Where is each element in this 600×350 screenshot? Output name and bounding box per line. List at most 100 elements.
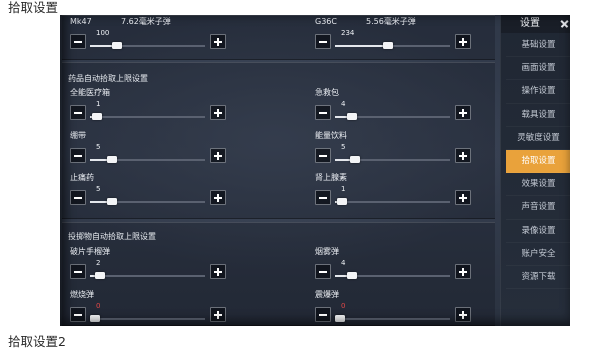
increase-button[interactable] xyxy=(455,307,471,322)
g36c-pickup-row: G36C 5.56毫米子弹 234 xyxy=(315,17,471,50)
painkiller-row: 止痛药 5 xyxy=(70,173,226,206)
caption-bottom: 拾取设置2 xyxy=(8,334,66,349)
decrease-button[interactable] xyxy=(315,148,331,163)
decrease-button[interactable] xyxy=(70,307,86,322)
pickup-limit-value: 1 xyxy=(96,100,101,108)
sidebar-item-controls[interactable]: 操作设置 xyxy=(506,80,570,104)
increase-button[interactable] xyxy=(210,264,226,279)
pickup-limit-value: 100 xyxy=(96,29,110,37)
sidebar-item-sensitivity[interactable]: 灵敏度设置 xyxy=(506,127,570,150)
slider-thumb[interactable] xyxy=(349,156,360,163)
increase-button[interactable] xyxy=(210,105,226,120)
decrease-button[interactable] xyxy=(70,190,86,205)
sidebar-item-pickup[interactable]: 拾取设置 xyxy=(506,149,570,174)
weapon-name: Mk47 xyxy=(70,17,92,26)
slider-thumb[interactable] xyxy=(90,315,100,322)
slider-thumb[interactable] xyxy=(106,198,117,205)
decrease-button[interactable] xyxy=(70,105,86,120)
section-title: 投掷物自动拾取上限设置 xyxy=(68,232,156,241)
close-icon[interactable] xyxy=(560,19,569,28)
molotov-row: 燃烧弹 0 xyxy=(70,290,226,323)
increase-button[interactable] xyxy=(455,190,471,205)
slider-track[interactable] xyxy=(90,116,205,118)
sidebar-item-basic[interactable]: 基础设置 xyxy=(506,34,570,58)
ammo-type: 5.56毫米子弹 xyxy=(366,17,416,26)
slider-thumb[interactable] xyxy=(335,315,345,322)
item-name: 绷带 xyxy=(70,131,86,140)
minus-icon xyxy=(74,268,82,276)
stun-grenade-row: 震爆弹 0 xyxy=(315,290,471,323)
increase-button[interactable] xyxy=(455,34,471,49)
decrease-button[interactable] xyxy=(315,105,331,120)
pickup-limit-value: 5 xyxy=(96,143,101,151)
minus-icon xyxy=(74,152,82,160)
pickup-limit-value: 5 xyxy=(96,185,101,193)
game-settings-screen: Mk47 7.62毫米子弹 100 G36C 5.56毫米子弹 234 药品自动… xyxy=(60,15,570,326)
adrenaline-row: 肾上腺素 1 xyxy=(315,173,471,206)
minus-icon xyxy=(74,311,82,319)
decrease-button[interactable] xyxy=(315,307,331,322)
decrease-button[interactable] xyxy=(70,148,86,163)
plus-icon xyxy=(459,108,467,117)
sidebar-item-resource-download[interactable]: 资源下载 xyxy=(506,266,570,290)
decrease-button[interactable] xyxy=(315,264,331,279)
item-name: 急救包 xyxy=(315,88,339,97)
slider-thumb[interactable] xyxy=(346,272,357,279)
minus-icon xyxy=(74,109,82,117)
decrease-button[interactable] xyxy=(70,264,86,279)
pickup-limit-value: 234 xyxy=(341,29,355,37)
slider-thumb[interactable] xyxy=(337,198,348,205)
slider-thumb[interactable] xyxy=(346,113,357,120)
minus-icon xyxy=(319,109,327,117)
increase-button[interactable] xyxy=(210,148,226,163)
slider-thumb[interactable] xyxy=(106,156,117,163)
item-name: 破片手榴弹 xyxy=(70,247,110,256)
slider-track[interactable] xyxy=(90,275,205,277)
increase-button[interactable] xyxy=(455,105,471,120)
slider-track[interactable] xyxy=(335,318,450,320)
slider-track[interactable] xyxy=(90,318,205,320)
pickup-limit-value: 5 xyxy=(341,143,346,151)
minus-icon xyxy=(74,194,82,202)
slider-thumb[interactable] xyxy=(95,272,106,279)
slider-thumb[interactable] xyxy=(112,42,123,49)
decrease-button[interactable] xyxy=(70,34,86,49)
decrease-button[interactable] xyxy=(315,190,331,205)
item-name: 止痛药 xyxy=(70,173,94,182)
sidebar-item-audio[interactable]: 声音设置 xyxy=(506,196,570,220)
slider-track[interactable] xyxy=(90,45,205,47)
decrease-button[interactable] xyxy=(315,34,331,49)
increase-button[interactable] xyxy=(210,34,226,49)
sidebar-item-replay[interactable]: 录像设置 xyxy=(506,220,570,243)
item-name: 全能医疗箱 xyxy=(70,88,110,97)
plus-icon xyxy=(214,151,222,160)
sidebar-item-vehicle[interactable]: 载具设置 xyxy=(506,104,570,127)
slider-thumb[interactable] xyxy=(92,113,103,120)
minus-icon xyxy=(74,38,82,46)
minus-icon xyxy=(319,268,327,276)
item-name: 肾上腺素 xyxy=(315,173,347,182)
increase-button[interactable] xyxy=(210,190,226,205)
throwable-pickup-panel: 投掷物自动拾取上限设置 破片手榴弹 2 烟雾弹 4 燃烧弹 0 震爆弹 0 xyxy=(62,222,495,326)
pickup-limit-value: 1 xyxy=(341,185,346,193)
increase-button[interactable] xyxy=(455,148,471,163)
ammo-type: 7.62毫米子弹 xyxy=(121,17,171,26)
section-title: 药品自动拾取上限设置 xyxy=(68,74,148,83)
item-name: 燃烧弹 xyxy=(70,290,94,299)
slider-thumb[interactable] xyxy=(383,42,394,49)
item-name: 能量饮料 xyxy=(315,131,347,140)
increase-button[interactable] xyxy=(455,264,471,279)
plus-icon xyxy=(459,37,467,46)
plus-icon xyxy=(214,108,222,117)
first-aid-row: 急救包 4 xyxy=(315,88,471,121)
sidebar-item-account-security[interactable]: 账户安全 xyxy=(506,243,570,266)
pickup-limit-value: 4 xyxy=(341,100,346,108)
sidebar-item-effects[interactable]: 效果设置 xyxy=(506,173,570,197)
slider-track[interactable] xyxy=(335,201,450,203)
plus-icon xyxy=(214,310,222,319)
minus-icon xyxy=(319,194,327,202)
increase-button[interactable] xyxy=(210,307,226,322)
slider-fill xyxy=(335,45,389,47)
medicine-pickup-panel: 药品自动拾取上限设置 全能医疗箱 1 急救包 4 绷带 5 能量饮料 5 止痛药… xyxy=(62,62,495,219)
sidebar-item-graphics[interactable]: 画面设置 xyxy=(506,57,570,81)
